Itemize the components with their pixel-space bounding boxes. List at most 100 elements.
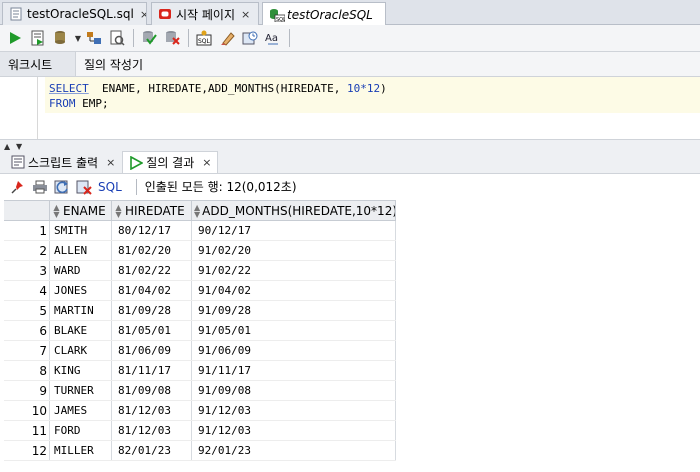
cell-add-months[interactable]: 91/05/01 — [192, 321, 396, 340]
row-number[interactable]: 2 — [4, 241, 50, 260]
column-header-add-months[interactable]: ▲ ▼ ADD_MONTHS(HIREDATE,10*12) — [192, 201, 396, 220]
table-row[interactable]: 4 JONES 81/04/02 91/04/02 — [4, 281, 396, 301]
sql-editor[interactable]: SELECT ENAME, HIREDATE,ADD_MONTHS(HIREDA… — [0, 77, 700, 139]
cancel-fetch-button[interactable] — [74, 177, 94, 197]
row-number[interactable]: 1 — [4, 221, 50, 240]
table-row[interactable]: 7 CLARK 81/06/09 91/06/09 — [4, 341, 396, 361]
close-icon[interactable]: × — [106, 156, 115, 169]
chevron-up-icon[interactable]: ▲ — [4, 142, 10, 151]
tab-worksheet[interactable]: 워크시트 — [0, 52, 76, 76]
table-row[interactable]: 8 KING 81/11/17 91/11/17 — [4, 361, 396, 381]
tab-query-builder[interactable]: 질의 작성기 — [76, 52, 151, 76]
table-row[interactable]: 1 SMITH 80/12/17 90/12/17 — [4, 221, 396, 241]
cell-ename[interactable]: MILLER — [50, 441, 112, 460]
row-number[interactable]: 10 — [4, 401, 50, 420]
cell-hiredate[interactable]: 81/06/09 — [112, 341, 192, 360]
cell-ename[interactable]: WARD — [50, 261, 112, 280]
table-row[interactable]: 9 TURNER 81/09/08 91/09/08 — [4, 381, 396, 401]
row-number[interactable]: 11 — [4, 421, 50, 440]
table-row[interactable]: 12 MILLER 82/01/23 92/01/23 — [4, 441, 396, 461]
tab-testoraclesql-connection[interactable]: SQL testOracleSQL — [262, 2, 386, 26]
cell-ename[interactable]: FORD — [50, 421, 112, 440]
tab-query-result[interactable]: 질의 결과 × — [122, 151, 219, 173]
cell-add-months[interactable]: 91/09/08 — [192, 381, 396, 400]
cell-add-months[interactable]: 91/04/02 — [192, 281, 396, 300]
cell-hiredate[interactable]: 81/02/20 — [112, 241, 192, 260]
commit-transaction-button[interactable] — [138, 27, 160, 49]
run-script-button[interactable] — [27, 27, 49, 49]
sql-history-button[interactable] — [239, 27, 261, 49]
cell-hiredate[interactable]: 82/01/23 — [112, 441, 192, 460]
cell-ename[interactable]: SMITH — [50, 221, 112, 240]
autotrace-button[interactable] — [106, 27, 128, 49]
row-number[interactable]: 7 — [4, 341, 50, 360]
cell-hiredate[interactable]: 81/12/03 — [112, 401, 192, 420]
cell-add-months[interactable]: 92/01/23 — [192, 441, 396, 460]
cell-ename[interactable]: JONES — [50, 281, 112, 300]
cell-hiredate[interactable]: 81/04/02 — [112, 281, 192, 300]
cell-add-months[interactable]: 91/02/20 — [192, 241, 396, 260]
cell-add-months[interactable]: 91/09/28 — [192, 301, 396, 320]
row-number[interactable]: 9 — [4, 381, 50, 400]
cell-ename[interactable]: MARTIN — [50, 301, 112, 320]
print-button[interactable] — [30, 177, 50, 197]
svg-text:SQL: SQL — [198, 38, 211, 45]
row-number[interactable]: 6 — [4, 321, 50, 340]
cell-ename[interactable]: BLAKE — [50, 321, 112, 340]
cell-add-months[interactable]: 91/06/09 — [192, 341, 396, 360]
close-icon[interactable]: × — [202, 156, 211, 169]
panel-splitter[interactable]: ▲ ▼ — [0, 139, 700, 151]
pin-button[interactable] — [8, 177, 28, 197]
cell-add-months[interactable]: 91/12/03 — [192, 421, 396, 440]
cell-ename[interactable]: CLARK — [50, 341, 112, 360]
cell-hiredate[interactable]: 81/12/03 — [112, 421, 192, 440]
clear-button[interactable] — [216, 27, 238, 49]
format-case-button[interactable]: Aa — [262, 27, 284, 49]
column-header-ename[interactable]: ▲ ▼ ENAME — [50, 201, 112, 220]
column-header-hiredate[interactable]: ▲ ▼ HIREDATE — [112, 201, 192, 220]
row-number[interactable]: 12 — [4, 441, 50, 460]
cell-add-months[interactable]: 91/02/22 — [192, 261, 396, 280]
row-number[interactable]: 5 — [4, 301, 50, 320]
cell-hiredate[interactable]: 81/02/22 — [112, 261, 192, 280]
tab-script-output[interactable]: 스크립트 출력 × — [4, 151, 122, 173]
refresh-button[interactable] — [52, 177, 72, 197]
table-row[interactable]: 10 JAMES 81/12/03 91/12/03 — [4, 401, 396, 421]
table-row[interactable]: 2 ALLEN 81/02/20 91/02/20 — [4, 241, 396, 261]
run-statement-button[interactable] — [4, 27, 26, 49]
table-row[interactable]: 6 BLAKE 81/05/01 91/05/01 — [4, 321, 396, 341]
table-row[interactable]: 5 MARTIN 81/09/28 91/09/28 — [4, 301, 396, 321]
table-row[interactable]: 11 FORD 81/12/03 91/12/03 — [4, 421, 396, 441]
keyword-from: FROM — [49, 97, 76, 110]
commit-icon — [143, 31, 157, 45]
cell-ename[interactable]: ALLEN — [50, 241, 112, 260]
row-number[interactable]: 4 — [4, 281, 50, 300]
explain-plan-button[interactable] — [83, 27, 105, 49]
cell-hiredate[interactable]: 81/05/01 — [112, 321, 192, 340]
cell-add-months[interactable]: 91/11/17 — [192, 361, 396, 380]
row-number[interactable]: 3 — [4, 261, 50, 280]
sql-tuning-advisor-button[interactable]: SQL — [193, 27, 215, 49]
close-icon[interactable]: × — [241, 8, 250, 21]
cell-hiredate[interactable]: 81/11/17 — [112, 361, 192, 380]
chevron-down-icon[interactable]: ▼ — [16, 142, 22, 151]
fetched-rows-status: 인출된 모든 행: 12(0,012초) — [144, 180, 297, 194]
tab-testoraclesql-file[interactable]: testOracleSQL.sql × — [2, 2, 147, 25]
cell-add-months[interactable]: 90/12/17 — [192, 221, 396, 240]
cell-hiredate[interactable]: 81/09/08 — [112, 381, 192, 400]
tab-label: testOracleSQL — [287, 7, 373, 22]
row-number[interactable]: 8 — [4, 361, 50, 380]
cell-ename[interactable]: JAMES — [50, 401, 112, 420]
cell-ename[interactable]: KING — [50, 361, 112, 380]
cell-hiredate[interactable]: 81/09/28 — [112, 301, 192, 320]
cell-ename[interactable]: TURNER — [50, 381, 112, 400]
rollback-button[interactable] — [161, 27, 183, 49]
commit-button[interactable] — [50, 27, 72, 49]
table-row[interactable]: 3 WARD 81/02/22 91/02/22 — [4, 261, 396, 281]
cell-add-months[interactable]: 91/12/03 — [192, 401, 396, 420]
cell-hiredate[interactable]: 80/12/17 — [112, 221, 192, 240]
tab-start-page[interactable]: 시작 페이지 × — [151, 2, 259, 25]
sql-link[interactable]: SQL — [98, 180, 122, 194]
chevron-down-icon[interactable]: ▼ — [73, 27, 83, 49]
close-icon[interactable]: × — [140, 8, 146, 21]
